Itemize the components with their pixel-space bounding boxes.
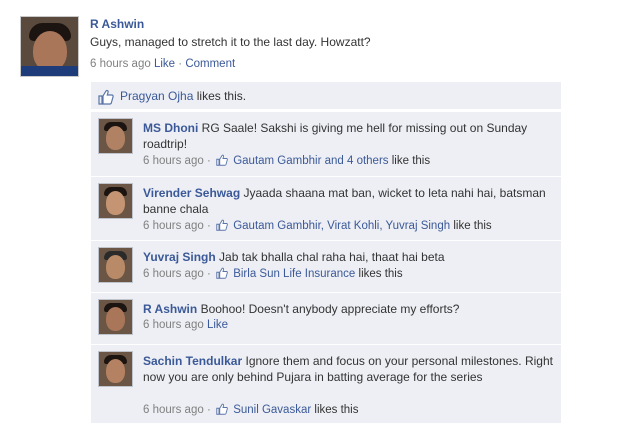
commenter-avatar[interactable]: [98, 118, 133, 154]
comment-item: MS Dhoni RG Saale! Sakshi is giving me h…: [91, 111, 561, 176]
post-author-name[interactable]: R Ashwin: [90, 17, 144, 31]
author-avatar[interactable]: [20, 16, 79, 77]
comment-text: RG Saale! Sakshi is giving me hell for m…: [143, 121, 528, 151]
comment-link[interactable]: Comment: [185, 58, 235, 70]
thumbs-up-icon: [216, 403, 228, 415]
commenter-avatar[interactable]: [98, 299, 133, 335]
comment-meta: 6 hours ago · Birla Sun Life Insurance l…: [143, 267, 403, 280]
comment-text: Boohoo! Doesn't anybody appreciate my ef…: [200, 302, 460, 316]
separator-dot: ·: [178, 58, 183, 70]
comment-item: Virender Sehwag Jyaada shaana mat ban, w…: [91, 176, 561, 240]
comment-timestamp[interactable]: 6 hours ago: [143, 404, 204, 416]
comment-likers-link[interactable]: Sunil Gavaskar: [233, 404, 311, 416]
comment-timestamp[interactable]: 6 hours ago: [143, 220, 204, 232]
commenter-name[interactable]: Yuvraj Singh: [143, 250, 216, 264]
comment-timestamp[interactable]: 6 hours ago: [143, 268, 204, 280]
commenter-avatar[interactable]: [98, 183, 133, 219]
thumbs-up-icon: [216, 267, 228, 279]
separator-dot: ·: [206, 155, 211, 167]
commenter-name[interactable]: Virender Sehwag: [143, 186, 240, 200]
comment-likers-link[interactable]: Gautam Gambhir and 4 others: [233, 155, 388, 167]
comment-likes-suffix: likes this: [314, 404, 359, 416]
comment-likers-link[interactable]: Gautam Gambhir, Virat Kohli, Yuvraj Sing…: [233, 220, 450, 232]
likes-bar: Pragyan Ojha likes this.: [91, 82, 561, 109]
commenter-avatar[interactable]: [98, 247, 133, 283]
comment-item: Yuvraj Singh Jab tak bhalla chal raha ha…: [91, 240, 561, 292]
commenter-name[interactable]: MS Dhoni: [143, 121, 198, 135]
comment-likes-suffix: like this: [391, 155, 431, 167]
comment-item: R Ashwin Boohoo! Doesn't anybody appreci…: [91, 292, 561, 344]
comment-text: Jab tak bhalla chal raha hai, thaat hai …: [219, 250, 445, 264]
comment-timestamp[interactable]: 6 hours ago: [143, 319, 204, 331]
liker-name-link[interactable]: Pragyan Ojha: [120, 89, 193, 103]
comment-meta: 6 hours ago · Sunil Gavaskar likes this: [143, 403, 359, 416]
separator-dot: ·: [206, 220, 211, 232]
comment-timestamp[interactable]: 6 hours ago: [143, 155, 204, 167]
comment-meta: 6 hours ago · Gautam Gambhir and 4 other…: [143, 154, 430, 167]
post-meta: 6 hours ago Like · Comment: [90, 58, 235, 70]
likes-suffix: likes this.: [196, 89, 247, 103]
comment-item: Sachin Tendulkar Ignore them and focus o…: [91, 344, 561, 423]
post-timestamp[interactable]: 6 hours ago: [90, 58, 151, 70]
comment-meta: 6 hours ago · Gautam Gambhir, Virat Kohl…: [143, 219, 492, 232]
commenter-name[interactable]: Sachin Tendulkar: [143, 354, 242, 368]
like-link[interactable]: Like: [154, 58, 175, 70]
commenter-name[interactable]: R Ashwin: [143, 302, 197, 316]
commenter-avatar[interactable]: [98, 351, 133, 387]
post-status-text: Guys, managed to stretch it to the last …: [90, 35, 371, 49]
comment-meta: 6 hours ago Like: [143, 319, 228, 331]
separator-dot: ·: [206, 268, 211, 280]
comment-likes-suffix: likes this: [358, 268, 403, 280]
thumbs-up-icon: [216, 154, 228, 166]
separator-dot: ·: [206, 404, 211, 416]
like-link[interactable]: Like: [207, 319, 228, 331]
comment-likers-link[interactable]: Birla Sun Life Insurance: [233, 268, 355, 280]
thumbs-up-icon: [216, 219, 228, 231]
thumbs-up-icon: [98, 89, 114, 105]
status-post: R Ashwin Guys, managed to stretch it to …: [0, 0, 628, 432]
comment-likes-suffix: like this: [453, 220, 492, 232]
